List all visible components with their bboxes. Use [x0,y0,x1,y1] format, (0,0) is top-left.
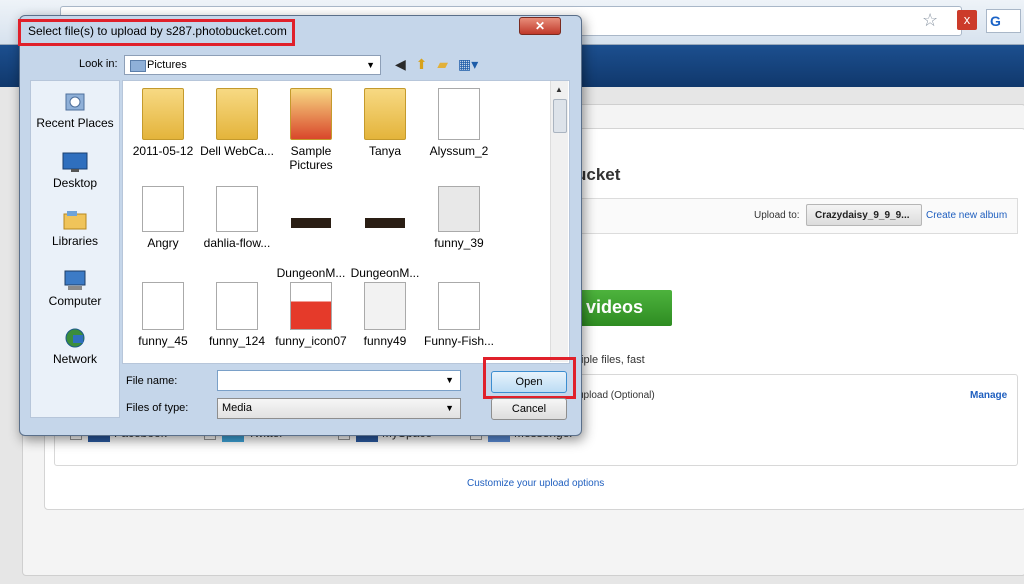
image-thumbnail-icon [142,282,184,330]
file-label: Sample Pictures [289,144,333,172]
search-engine-icon[interactable]: G [986,9,1021,33]
desktop-icon [62,152,88,172]
place-computer[interactable]: Computer [31,269,119,308]
title-highlight-box [18,19,295,46]
image-thumbnail-icon [438,88,480,140]
file-item[interactable]: DungeonM... [271,186,351,280]
new-folder-icon[interactable]: ▰ [437,56,448,72]
page-title: ucket [576,165,621,184]
file-label: funny_39 [434,236,484,250]
scroll-thumb[interactable] [553,99,567,133]
image-thumbnail-icon [216,186,258,232]
file-label: dahlia-flow... [203,236,271,250]
file-list-scrollbar[interactable]: ▲ [550,81,568,362]
multi-files-text: tiple files, fast [578,354,645,366]
file-item[interactable]: funny49 [345,282,425,348]
image-thumbnail-icon [290,282,332,330]
computer-icon [64,270,86,290]
file-item[interactable]: Alyssum_2 [419,88,499,158]
file-label: funny49 [363,334,407,348]
file-item[interactable]: Angry [123,186,203,250]
image-thumbnail-icon [438,186,480,232]
file-label: Alyssum_2 [429,144,489,158]
file-item[interactable]: funny_39 [419,186,499,250]
file-label: funny_icon07 [275,334,347,348]
place-label: Desktop [52,176,98,190]
folder-icon [364,88,406,140]
file-item[interactable]: dahlia-flow... [197,186,277,250]
upload-optional-label: upload (Optional) [578,390,655,401]
files-of-type-value: Media [222,402,252,414]
files-of-type-label: Files of type: [126,402,189,414]
place-desktop[interactable]: Desktop [31,151,119,190]
look-in-select[interactable]: Pictures ▼ [124,55,381,75]
pictures-folder-icon [130,60,146,72]
folder-icon [142,88,184,140]
image-thumbnail-icon [364,282,406,330]
file-label: DungeonM... [350,266,420,280]
file-label: 2011-05-12 [132,144,194,158]
file-label: Angry [147,236,179,250]
scroll-up-icon[interactable]: ▲ [555,85,563,94]
file-item[interactable]: DungeonM... [345,186,425,280]
file-item[interactable]: funny_124 [197,282,277,348]
dialog-close-button[interactable]: ✕ [519,17,561,35]
file-item[interactable]: Sample Pictures [271,88,351,172]
close-tab-icon[interactable]: x [957,10,977,30]
up-folder-icon[interactable]: ⬆ [416,56,428,72]
place-network[interactable]: Network [31,327,119,366]
place-label: Computer [48,294,102,308]
create-album-link[interactable]: Create new album [926,210,1007,221]
image-thumbnail-icon [291,218,331,262]
file-label: Tanya [368,144,402,158]
file-label: funny_45 [138,334,188,348]
folder-icon [216,88,258,140]
file-label: DungeonM... [276,266,346,280]
place-libraries[interactable]: Libraries [31,209,119,248]
chevron-down-icon[interactable]: ▼ [445,371,454,390]
file-item[interactable]: funny_icon07 [271,282,351,348]
place-label: Network [52,352,97,366]
file-item[interactable]: 2011-05-12 [123,88,203,158]
upload-videos-button[interactable]: videos [576,290,672,326]
chevron-down-icon: ▼ [366,60,375,70]
network-icon [65,328,85,348]
place-label: Recent Places [36,116,114,130]
libraries-icon [63,211,87,230]
file-label: funny_124 [208,334,266,348]
file-name-label: File name: [126,375,178,387]
dialog-toolbar: ◀ ⬆ ▰ ▦▾ [395,56,484,73]
file-item[interactable]: funny_45 [123,282,203,348]
files-of-type-select[interactable]: Media ▼ [217,398,461,419]
file-item[interactable]: Funny-Fish... [419,282,499,348]
star-icon[interactable]: ☆ [922,10,938,31]
image-thumbnail-icon [142,186,184,232]
look-in-value: Pictures [147,59,187,71]
image-thumbnail-icon [216,282,258,330]
album-select[interactable]: Crazydaisy_9_9_9... [806,204,922,226]
back-icon[interactable]: ◀ [395,56,406,72]
file-label: Funny-Fish... [423,334,495,348]
cancel-button[interactable]: Cancel [491,398,567,420]
place-recent[interactable]: Recent Places [31,91,119,130]
file-item[interactable]: Dell WebCa... [197,88,277,158]
file-name-input[interactable]: ▼ [217,370,461,391]
customize-upload-link[interactable]: Customize your upload options [467,478,604,489]
look-in-label: Look in: [79,58,118,70]
folder-icon [290,88,332,140]
upload-to-label: Upload to: [754,210,800,221]
places-bar: Recent Places Desktop Libraries Computer… [30,80,120,418]
place-label: Libraries [51,234,99,248]
image-thumbnail-icon [365,218,405,262]
view-menu-icon[interactable]: ▦▾ [458,56,478,72]
image-thumbnail-icon [438,282,480,330]
chevron-down-icon: ▼ [445,403,454,413]
open-highlight-box [483,357,576,399]
recent-places-icon [65,93,85,111]
file-item[interactable]: Tanya [345,88,425,158]
file-label: Dell WebCa... [200,144,274,158]
manage-link[interactable]: Manage [970,390,1007,401]
